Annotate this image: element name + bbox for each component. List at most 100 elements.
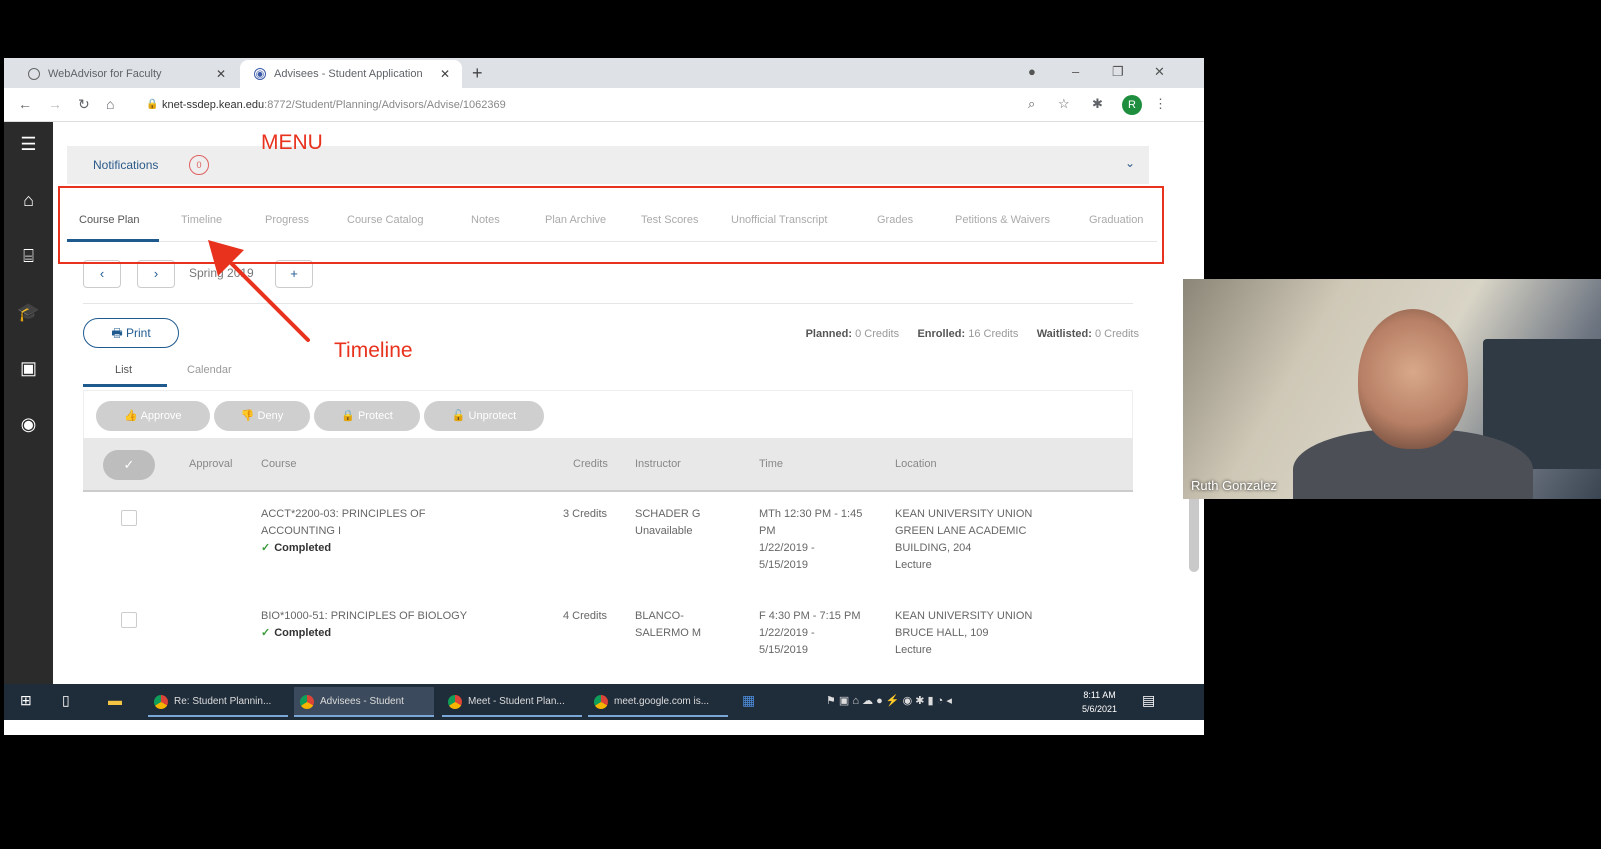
time-cell: F 4:30 PM - 7:15 PM 1/22/2019 - 5/15/201… xyxy=(759,608,860,659)
taskbar-clock[interactable]: 8:11 AM 5/6/2021 xyxy=(1082,688,1117,716)
clock-time: 8:11 AM xyxy=(1083,690,1116,700)
print-label: Print xyxy=(125,326,151,340)
unprotect-button[interactable]: 🔓 Unprotect xyxy=(424,401,544,431)
home-icon[interactable]: ⌂ xyxy=(106,96,114,112)
outlook-icon[interactable]: ▦ xyxy=(742,692,755,709)
taskbar-item-chrome[interactable]: Re: Student Plannin... xyxy=(148,687,288,717)
term-name: Spring 2019 xyxy=(189,266,254,280)
taskbar-item-label: Meet - Student Plan... xyxy=(468,696,565,707)
time-line: 1/22/2019 - xyxy=(759,627,815,639)
graduation-cap-icon[interactable]: 🎓 xyxy=(4,302,53,323)
instructor-name: SCHADER G xyxy=(635,508,701,520)
approve-button[interactable]: 👍 Approve xyxy=(96,401,210,431)
approve-label: Approve xyxy=(140,410,182,422)
url-host: knet-ssdep.kean.edu xyxy=(162,99,265,111)
course-title[interactable]: ACCT*2200-03: PRINCIPLES OF xyxy=(261,506,425,523)
participant-name: Ruth Gonzalez xyxy=(1191,478,1277,493)
taskbar-item-label: meet.google.com is... xyxy=(614,696,710,707)
shared-screen: WebAdvisor for Faculty ✕ ◉ Advisees - St… xyxy=(4,58,1204,735)
action-toolbar: 👍 Approve 👎 Deny 🔒 Protect 🔓 Unprotect xyxy=(83,390,1133,440)
location-line: Lecture xyxy=(895,644,932,656)
taskbar-item-chrome[interactable]: Meet - Student Plan... xyxy=(442,687,582,717)
browser-tab-advisees[interactable]: ◉ Advisees - Student Application ✕ xyxy=(240,60,462,88)
tab-list-view[interactable]: List xyxy=(115,364,132,376)
deny-label: Deny xyxy=(257,410,284,422)
back-icon[interactable]: ← xyxy=(18,96,32,112)
protect-button[interactable]: 🔒 Protect xyxy=(314,401,420,431)
maximize-icon[interactable]: ❐ xyxy=(1112,64,1124,80)
location-line: Lecture xyxy=(895,559,932,571)
notifications-panel[interactable]: Notifications 0 ⌄ xyxy=(67,146,1149,184)
profile-avatar[interactable]: R xyxy=(1122,95,1142,115)
location-line: GREEN LANE ACADEMIC xyxy=(895,525,1027,537)
file-explorer-icon[interactable]: ▬ xyxy=(108,692,122,708)
credit-summary: Planned: 0 Credits Enrolled: 16 Credits … xyxy=(806,328,1139,340)
close-icon[interactable]: ✕ xyxy=(440,67,450,81)
forward-icon[interactable]: → xyxy=(48,96,62,112)
chevron-down-icon[interactable]: ⌄ xyxy=(1125,156,1135,170)
windows-taskbar: ⊞ ▯ ▬ Re: Student Plannin... Advisees - … xyxy=(4,684,1204,720)
course-table-header: ✓ Approval Course Credits Instructor Tim… xyxy=(83,438,1133,492)
reload-icon[interactable]: ↻ xyxy=(78,96,90,113)
select-all-button[interactable]: ✓ xyxy=(103,450,155,480)
timeline-annotation-label: Timeline xyxy=(334,339,413,362)
course-title[interactable]: BIO*1000-51: PRINCIPLES OF BIOLOGY xyxy=(261,608,467,625)
course-cell: ACCT*2200-03: PRINCIPLES OF ACCOUNTING I… xyxy=(261,506,425,557)
status-label: Completed xyxy=(274,542,332,554)
location-line: KEAN UNIVERSITY UNION xyxy=(895,508,1033,520)
building-icon[interactable]: ⌸ xyxy=(4,246,53,267)
user-circle-icon[interactable]: ◉ xyxy=(4,414,53,435)
location-line: BUILDING, 204 xyxy=(895,542,972,554)
system-tray-icons[interactable]: ⚑ ▣ ⌂ ☁ ● ⚡ ◉ ✱ ▮ ◔ ◂ xyxy=(826,694,952,707)
active-view-indicator xyxy=(83,384,167,387)
deny-button[interactable]: 👎 Deny xyxy=(214,401,310,431)
taskbar-item-chrome[interactable]: Advisees - Student xyxy=(294,687,434,717)
minimize-icon[interactable]: – xyxy=(1072,64,1079,79)
close-icon[interactable]: ✕ xyxy=(216,67,226,81)
tab-calendar-view[interactable]: Calendar xyxy=(187,364,232,376)
site-logo-icon: ◉ xyxy=(254,68,266,80)
close-window-icon[interactable]: ✕ xyxy=(1154,64,1165,80)
time-line: F 4:30 PM - 7:15 PM xyxy=(759,610,861,622)
time-cell: MTh 12:30 PM - 1:45 PM 1/22/2019 - 5/15/… xyxy=(759,506,862,574)
task-view-icon[interactable]: ▯ xyxy=(62,692,70,709)
chrome-icon xyxy=(300,695,314,709)
url-field[interactable]: 🔒 knet-ssdep.kean.edu:8772/Student/Plann… xyxy=(144,93,1044,117)
address-bar: ← → ↻ ⌂ 🔒 knet-ssdep.kean.edu:8772/Stude… xyxy=(4,88,1204,122)
row-checkbox[interactable] xyxy=(121,510,137,526)
time-line: 1/22/2019 - xyxy=(759,542,815,554)
notification-center-icon[interactable]: ▤ xyxy=(1142,692,1155,709)
new-tab-button[interactable]: + xyxy=(472,63,483,84)
instructor-cell: SCHADER G Unavailable xyxy=(635,506,700,540)
browser-tab-webadvisor[interactable]: WebAdvisor for Faculty ✕ xyxy=(14,60,238,88)
hamburger-menu-icon[interactable]: ☰ xyxy=(4,134,53,155)
extensions-icon[interactable]: ✱ xyxy=(1092,96,1103,112)
video-person-head xyxy=(1358,309,1468,449)
enrolled-value: 16 Credits xyxy=(968,328,1019,340)
divider xyxy=(83,303,1133,304)
instructor-name: BLANCO- xyxy=(635,610,684,622)
course-cell: BIO*1000-51: PRINCIPLES OF BIOLOGY ✓ Comp… xyxy=(261,608,467,642)
print-button[interactable]: 🖶 Print xyxy=(83,318,179,348)
windows-start-icon[interactable]: ⊞ xyxy=(20,692,32,709)
header-credits: Credits xyxy=(573,458,608,470)
table-row: BIO*1000-51: PRINCIPLES OF BIOLOGY ✓ Comp… xyxy=(83,608,1133,678)
header-course: Course xyxy=(261,458,297,470)
star-icon[interactable]: ☆ xyxy=(1058,96,1070,112)
waitlisted-value: 0 Credits xyxy=(1094,328,1139,340)
participant-video-tile[interactable]: Ruth Gonzalez xyxy=(1183,279,1601,499)
add-term-button[interactable]: + xyxy=(275,260,313,288)
app-left-rail: ☰ ⌂ ⌸ 🎓 ▣ ◉ xyxy=(4,122,53,684)
taskbar-item-chrome[interactable]: meet.google.com is... xyxy=(588,687,728,717)
briefcase-icon[interactable]: ▣ xyxy=(4,358,53,379)
checkmark-icon: ✓ xyxy=(261,542,271,554)
time-line: 5/15/2019 xyxy=(759,644,808,656)
kebab-menu-icon[interactable]: ⋮ xyxy=(1154,96,1167,112)
home-icon[interactable]: ⌂ xyxy=(4,190,53,211)
waitlisted-label: Waitlisted: xyxy=(1036,328,1092,340)
row-checkbox[interactable] xyxy=(121,612,137,628)
header-time: Time xyxy=(759,458,784,470)
next-term-button[interactable]: › xyxy=(137,260,175,288)
previous-term-button[interactable]: ‹ xyxy=(83,260,121,288)
zoom-icon[interactable]: ⌕ xyxy=(1028,96,1035,112)
